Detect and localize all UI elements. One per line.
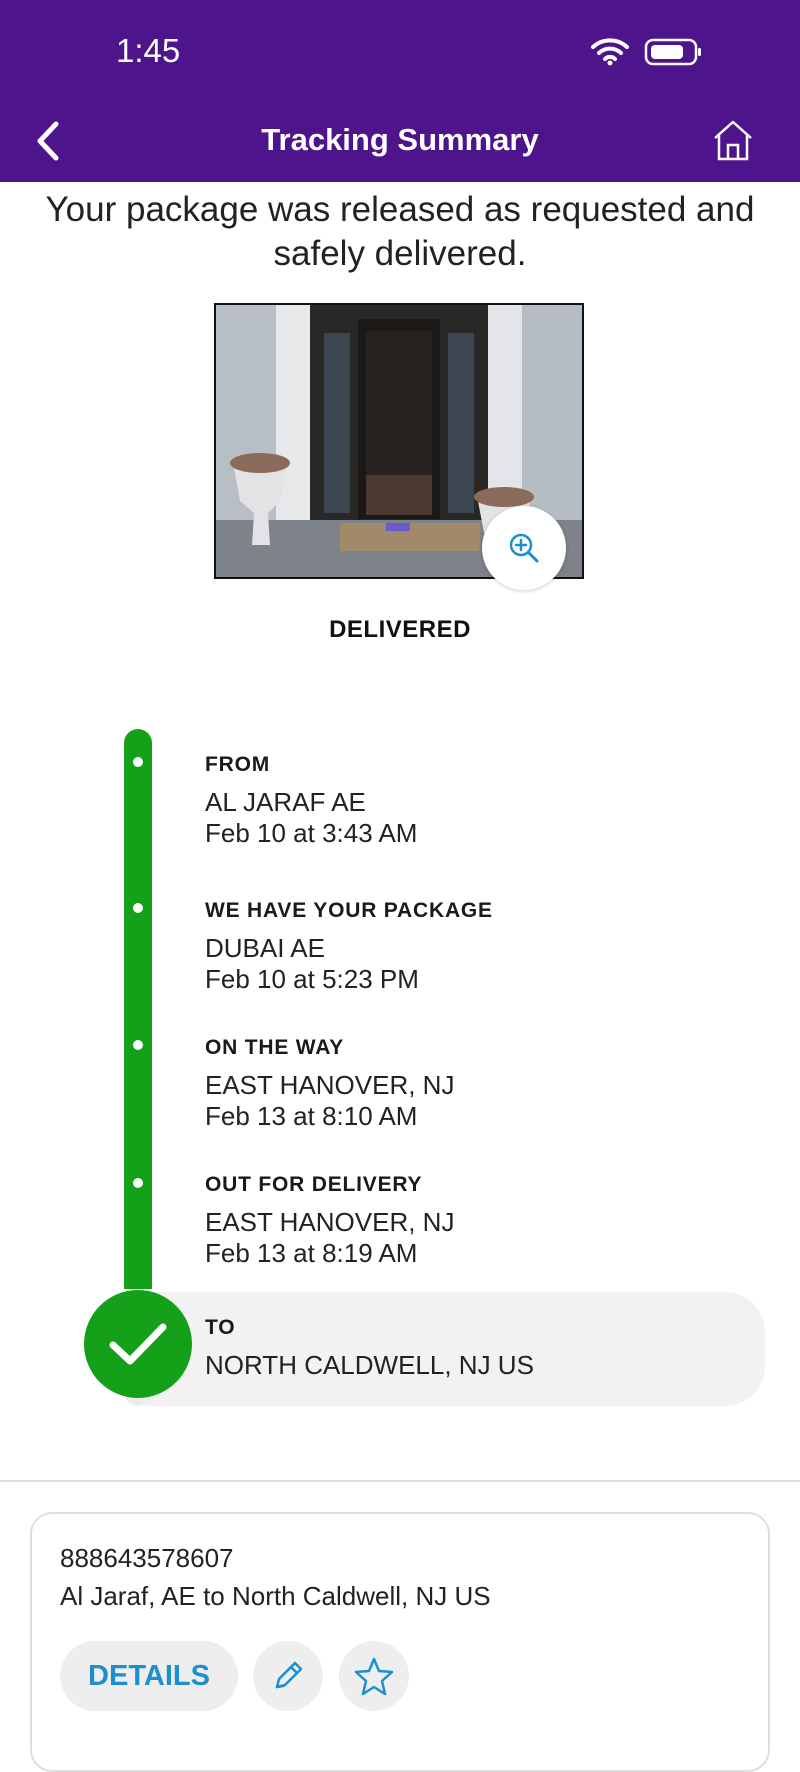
event-time: Feb 13 at 8:19 AM [205,1238,418,1268]
delivered-check-badge [84,1290,192,1398]
battery-icon [644,38,701,66]
timeline-dot [133,757,143,767]
delivery-status: DELIVERED [329,616,471,643]
event-label: ON THE WAY [205,1036,345,1059]
event-label: TO [205,1316,236,1339]
wifi-icon [591,38,629,66]
timeline-event-on-the-way: ON THE WAY EAST HANOVER, NJ Feb 13 at 8:… [205,1036,454,1132]
delivery-headline: Your package was released as requested a… [20,188,780,276]
timeline-event-from: FROM AL JARAF AE Feb 10 at 3:43 AM [205,753,417,849]
page-title: Tracking Summary [261,122,539,157]
timeline-dot [133,1178,143,1188]
headline-line-1: Your package was released as requested a… [45,190,755,229]
edit-button[interactable] [253,1641,323,1711]
event-label: OUT FOR DELIVERY [205,1173,423,1196]
section-divider [0,1480,800,1482]
tracking-number: 888643578607 [60,1543,234,1573]
timeline-dot [133,1040,143,1050]
zoom-in-icon [509,533,539,563]
event-location: EAST HANOVER, NJ [205,1070,455,1100]
app-header: 1:45 Tracking Summary [0,0,800,182]
star-icon [354,1657,394,1696]
timeline-event-to: TO NORTH CALDWELL, NJ US [205,1316,534,1381]
timeline-event-out-for-delivery: OUT FOR DELIVERY EAST HANOVER, NJ Feb 13… [205,1173,454,1269]
checkmark-icon [109,1323,167,1365]
event-time: Feb 13 at 8:10 AM [205,1101,418,1131]
status-bar-time: 1:45 [116,32,181,69]
event-location: NORTH CALDWELL, NJ US [205,1350,534,1380]
timeline-dot [133,903,143,913]
event-time: Feb 10 at 5:23 PM [205,964,419,994]
headline-line-2: safely delivered. [273,234,527,273]
home-icon[interactable] [712,118,754,162]
event-label: FROM [205,753,271,776]
shipment-route: Al Jaraf, AE to North Caldwell, NJ US [60,1581,491,1611]
timeline-event-picked-up: WE HAVE YOUR PACKAGE DUBAI AE Feb 10 at … [205,899,493,995]
details-button[interactable]: DETAILS [60,1641,238,1711]
pencil-icon [275,1661,303,1689]
zoom-photo-button[interactable] [482,506,566,590]
favorite-button[interactable] [339,1641,409,1711]
event-location: DUBAI AE [205,933,325,963]
event-location: AL JARAF AE [205,787,366,817]
event-location: EAST HANOVER, NJ [205,1207,455,1237]
progress-bar [124,729,152,1289]
event-time: Feb 10 at 3:43 AM [205,818,418,848]
event-label: WE HAVE YOUR PACKAGE [205,899,493,922]
